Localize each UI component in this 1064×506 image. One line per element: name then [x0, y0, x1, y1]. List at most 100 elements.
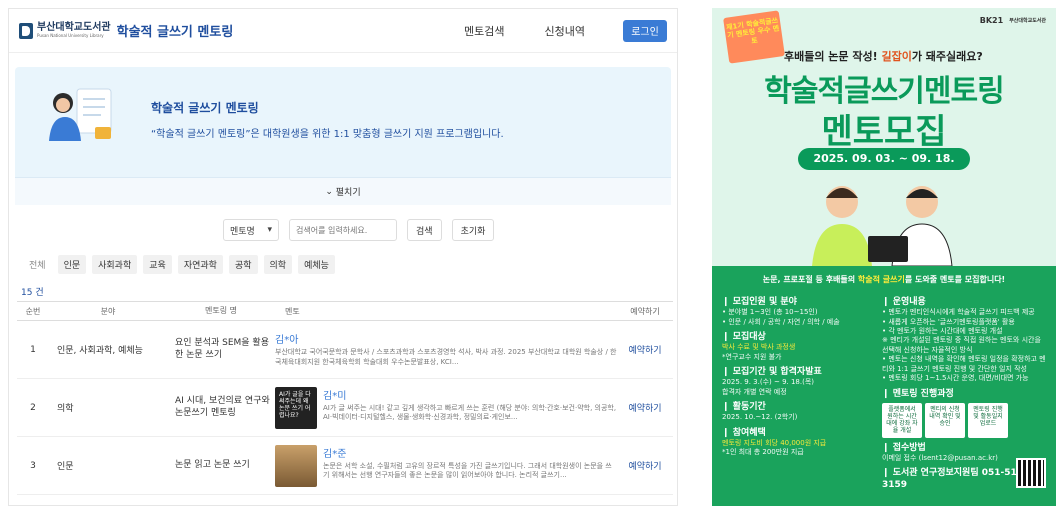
- filter-all[interactable]: 전체: [23, 255, 52, 274]
- header-no: 순번: [25, 306, 41, 316]
- section-process: 멘토링 진행과정: [882, 388, 1046, 400]
- nav-mentor-search[interactable]: 멘토검색: [464, 23, 504, 39]
- operation-item: • 멘토가 멘티인식시에게 학술적 글쓰기 피드백 제공: [882, 308, 1035, 317]
- login-button[interactable]: 로그인: [623, 19, 667, 42]
- row-no: 2: [30, 402, 36, 413]
- filter-social-science[interactable]: 사회과학: [92, 255, 138, 274]
- filter-arts[interactable]: 예체능: [298, 255, 335, 274]
- mentor-thumbnail: AI가 글을 다 써주는데 왜 논문 쓰기 어렵나요?: [275, 386, 317, 429]
- benefit-item: 멘토링 지도비 회당 40,000원 지급: [722, 438, 827, 447]
- poster-badge: 제1기 학술적글쓰기 멘토링 우수 멘토: [723, 10, 785, 64]
- search-button[interactable]: 검색: [407, 219, 442, 241]
- main-nav: 멘토검색 신청내역: [464, 23, 585, 39]
- search-input[interactable]: [289, 219, 397, 241]
- row-field: 인문, 사회과학, 예체능: [57, 346, 143, 356]
- filter-engineering[interactable]: 공학: [228, 255, 258, 274]
- header-program: 멘토링 명: [205, 305, 237, 315]
- section-target: 모집대상: [722, 331, 886, 343]
- subhead-part-b: 가 돼주실래요?: [911, 50, 983, 63]
- poster-title-2: 멘토모집: [821, 112, 947, 152]
- library-logo-icon: [19, 22, 33, 39]
- search-type-select[interactable]: 멘토명 ▾: [223, 219, 279, 241]
- top-bar: 부산대학교도서관 Pusan National University Libra…: [9, 9, 677, 53]
- process-step-1: 플랫폼에서 원하는 시간대에 강좌 자율 개설: [882, 402, 922, 438]
- nav-application-history[interactable]: 신청내역: [545, 23, 585, 39]
- benefit-note: *1인 최대 총 200만원 지급: [722, 448, 804, 457]
- header-mentor: 멘토: [285, 306, 300, 316]
- bk21-logo: BK21: [979, 16, 1004, 25]
- subhead-part-a: 후배들의 논문 작성!: [784, 50, 882, 63]
- row-program-name[interactable]: 요인 분석과 SEM을 활용한 논문 쓰기: [167, 338, 275, 361]
- filter-medicine[interactable]: 의학: [263, 255, 293, 274]
- period-item: 2025. 9. 3.(수) ~ 9. 18.(목): [722, 378, 815, 387]
- partner-logos: BK21 부산대학교도서관: [980, 16, 1046, 25]
- poster-left-column: 모집인원 및 분야 • 분야별 1~3인 (총 10~15인) • 인문 / 사…: [722, 292, 886, 458]
- mentor-info: 김*아 부산대학교 국어국문학과 문학사 / 스포츠과학과 스포츠경영학 석사,…: [275, 331, 617, 368]
- reserve-link[interactable]: 예약하기: [617, 459, 673, 472]
- process-flow: 플랫폼에서 원하는 시간대에 강좌 자율 개설 멘티의 신청 내역 확인 및 승…: [882, 402, 1046, 438]
- row-mentor: AI가 글을 다 써주는데 왜 논문 쓰기 어렵나요? 김*미 AI가 글 써주…: [275, 386, 617, 429]
- mentor-name[interactable]: 김*준: [323, 445, 617, 460]
- table-header: 순번 분야 멘토링 명 멘토 예약하기: [17, 301, 673, 321]
- expand-label: 펼치기: [335, 188, 361, 198]
- band-head-a: 논문, 프로포절 등 후배들의: [762, 275, 858, 284]
- mentor-table: 순번 분야 멘토링 명 멘토 예약하기 1 인문, 사회과학, 예체능 요인 분…: [17, 301, 673, 495]
- mentor-info: 김*미 AI가 글 써주는 시대! 같고 깊게 생각하고 빠르게 쓰는 훈련 (…: [323, 387, 617, 424]
- search-type-value: 멘토명: [230, 226, 255, 237]
- section-operation: 운영내용: [882, 296, 1046, 308]
- mentor-description: 부산대학교 국어국문학과 문학사 / 스포츠과학과 스포츠경영학 석사, 박사 …: [275, 348, 617, 366]
- reset-button[interactable]: 초기화: [451, 219, 495, 241]
- chevron-down-icon: ⌄: [325, 186, 336, 197]
- filter-natural-science[interactable]: 자연과학: [177, 255, 223, 274]
- mentor-thumbnail: [275, 444, 317, 487]
- table-row: 3 인문 논문 읽고 논문 쓰기 김*준 논문은 서학 소설, 수필처럼 고유의…: [17, 437, 673, 495]
- row-program-name[interactable]: AI 시대, 보건의료 연구와 논문쓰기 멘토링: [167, 396, 275, 419]
- poster-subheading: 후배들의 논문 작성! 길잡이가 돼주실래요?: [784, 48, 983, 64]
- operation-item: • 멘토는 신청 내역을 확인해 멘토링 일정을 확정하고 멘티와 1:1 글쓰…: [882, 355, 1046, 373]
- target-note: *연구교수 지원 불가: [722, 352, 782, 361]
- table-row: 1 인문, 사회과학, 예체능 요인 분석과 SEM을 활용한 논문 쓰기 김*…: [17, 321, 673, 379]
- mentor-name[interactable]: 김*아: [275, 331, 617, 346]
- section-recruit-count: 모집인원 및 분야: [722, 296, 886, 308]
- section-activity: 활동기간: [722, 401, 886, 413]
- library-logo[interactable]: 부산대학교도서관 Pusan National University Libra…: [19, 22, 111, 39]
- row-field: 인문: [57, 462, 74, 472]
- row-program-name[interactable]: 논문 읽고 논문 쓰기: [167, 460, 275, 472]
- expand-toggle[interactable]: ⌄ 펼치기: [15, 177, 671, 205]
- reserve-link[interactable]: 예약하기: [617, 343, 673, 356]
- section-period: 모집기간 및 합격자발표: [722, 366, 886, 378]
- logo-english: Pusan National University Library: [37, 33, 104, 38]
- qr-code-icon: [1016, 458, 1046, 488]
- category-filters: 전체 인문 사회과학 교육 자연과학 공학 의학 예체능: [23, 255, 335, 274]
- recruit-field-item: • 인문 / 사회 / 공학 / 자연 / 의학 / 예술: [722, 317, 840, 326]
- library-logo-small: 부산대학교도서관: [1009, 18, 1046, 24]
- announce-item: 합격자 개별 연락 예정: [722, 387, 787, 396]
- mentor-description: AI가 글 써주는 시대! 같고 깊게 생각하고 빠르게 쓰는 훈련 (해당 분…: [323, 403, 617, 422]
- reserve-link[interactable]: 예약하기: [617, 401, 673, 414]
- recruitment-poster: 제1기 학술적글쓰기 멘토링 우수 멘토 BK21 부산대학교도서관 후배들의 …: [712, 8, 1056, 506]
- logo-korean: 부산대학교도서관: [37, 22, 111, 33]
- poster-date: 2025. 09. 03. ~ 09. 18.: [798, 148, 970, 170]
- filter-education[interactable]: 교육: [143, 255, 172, 274]
- mentors-illustration-icon: [812, 186, 953, 266]
- writer-illustration-icon: [49, 88, 112, 141]
- poster-band-heading: 논문, 프로포절 등 후배들의 학술적 글쓰기를 도와줄 멘토를 모집합니다!: [712, 274, 1056, 285]
- operation-item: • 멘토링 회당 1~1.5시간 운영, 대면/비대면 가능: [882, 374, 1029, 383]
- filter-humanities[interactable]: 인문: [57, 255, 87, 274]
- mentor-name[interactable]: 김*미: [323, 387, 617, 402]
- section-benefit: 참여혜택: [722, 427, 886, 439]
- app-title[interactable]: 학술적 글쓰기 멘토링: [117, 21, 234, 40]
- operation-item: • 새롭게 오픈하는 '글쓰기멘토링플랫폼' 활용: [882, 317, 1015, 326]
- target-item: 박사 수료 및 박사 과정생: [722, 343, 796, 352]
- mentor-description: 논문은 서학 소설, 수필처럼 고유의 장르적 특성을 가진 글쓰기입니다. 그…: [323, 461, 612, 480]
- row-mentor: 김*준 논문은 서학 소설, 수필처럼 고유의 장르적 특성을 가진 글쓰기입니…: [275, 444, 617, 487]
- process-step-3: 멘토링 진행 및 활동일지 업로드: [968, 402, 1008, 438]
- subhead-highlight: 길잡이: [881, 50, 912, 63]
- header-field: 분야: [100, 306, 116, 316]
- logo-text: 부산대학교도서관 Pusan National University Libra…: [37, 23, 111, 38]
- activity-item: 2025. 10.~12. (2학기): [722, 413, 798, 422]
- search-bar: 멘토명 ▾ 검색 초기화: [223, 219, 495, 241]
- section-apply: 접수방법: [882, 442, 1046, 454]
- header-reserve: 예약하기: [630, 306, 660, 316]
- mentoring-app: 부산대학교도서관 Pusan National University Libra…: [8, 8, 678, 506]
